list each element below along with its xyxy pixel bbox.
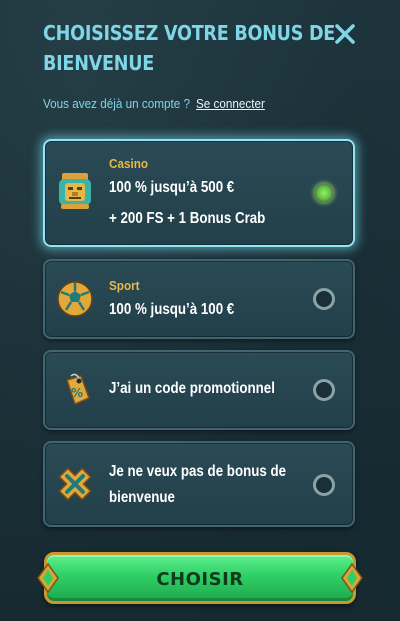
option-tag: Casino xyxy=(109,156,149,171)
radio-unselected[interactable] xyxy=(313,474,335,496)
bonus-option-no-bonus[interactable]: Je ne veux pas de bonus de bienvenue xyxy=(43,441,355,527)
radio-unselected[interactable] xyxy=(313,288,335,310)
close-button[interactable] xyxy=(333,22,357,46)
ornament-right-icon xyxy=(341,562,363,594)
no-bonus-icon xyxy=(55,464,95,504)
bonus-option-casino[interactable]: Casino 100 % jusqu’à 500 € + 200 FS + 1 … xyxy=(43,139,355,247)
bonus-option-promo-code[interactable]: % J’ai un code promotionnel xyxy=(43,350,355,430)
bonus-option-sport[interactable]: Sport 100 % jusqu’à 100 € xyxy=(43,259,355,339)
close-icon xyxy=(335,24,355,44)
option-line: J’ai un code promotionnel xyxy=(109,380,275,397)
soccer-ball-icon xyxy=(55,279,95,319)
modal-header: CHOISISSEZ VOTRE BONUS DE BIENVENUE xyxy=(43,18,343,78)
login-prompt: Vous avez déjà un compte ? Se connecter xyxy=(43,96,265,111)
aztec-mask-icon xyxy=(55,171,95,211)
promo-tag-icon: % xyxy=(55,370,95,410)
option-line: Je ne veux pas de bonus de xyxy=(109,463,287,480)
option-line: 100 % jusqu’à 100 € xyxy=(109,301,235,318)
option-line: bienvenue xyxy=(109,489,175,506)
choose-button-label: CHOISIR xyxy=(156,569,244,590)
svg-text:%: % xyxy=(71,386,83,400)
option-tag: Sport xyxy=(109,278,140,293)
login-prompt-text: Vous avez déjà un compte ? xyxy=(43,96,191,111)
option-line: 100 % jusqu’à 500 € xyxy=(109,179,235,196)
radio-unselected[interactable] xyxy=(313,379,335,401)
radio-selected[interactable] xyxy=(313,182,335,204)
choose-button[interactable]: CHOISIR xyxy=(37,552,363,604)
modal-title: CHOISISSEZ VOTRE BONUS DE BIENVENUE xyxy=(43,21,336,75)
login-link[interactable]: Se connecter xyxy=(196,96,265,111)
option-line: + 200 FS + 1 Bonus Crab xyxy=(109,210,266,227)
